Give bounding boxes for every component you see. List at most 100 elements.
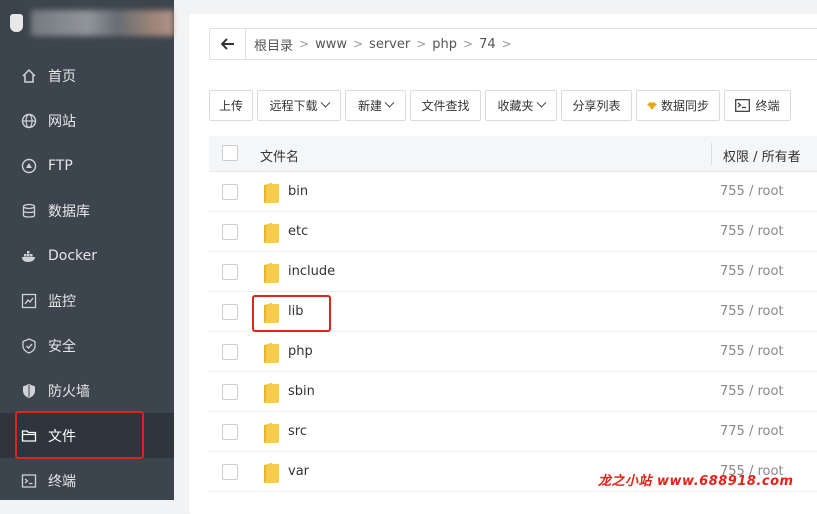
breadcrumb-php[interactable]: php bbox=[426, 37, 463, 52]
folder-icon bbox=[264, 263, 279, 283]
row-checkbox[interactable] bbox=[222, 384, 238, 400]
select-all-checkbox[interactable] bbox=[222, 145, 238, 161]
file-name[interactable]: include bbox=[288, 264, 335, 279]
table-row[interactable]: src 775 / root bbox=[209, 412, 817, 452]
sidebar-item-security[interactable]: 安全 bbox=[0, 323, 174, 368]
table-row[interactable]: bin 755 / root bbox=[209, 172, 817, 212]
file-permission[interactable]: 755 / root bbox=[720, 304, 784, 319]
new-button[interactable]: 新建 bbox=[345, 90, 406, 121]
chevron-down-icon bbox=[536, 97, 546, 108]
monitor-icon bbox=[21, 293, 37, 309]
folder-icon bbox=[264, 343, 279, 363]
column-divider bbox=[711, 143, 712, 165]
file-permission[interactable]: 755 / root bbox=[720, 184, 784, 199]
row-checkbox[interactable] bbox=[222, 224, 238, 240]
terminal-icon bbox=[21, 473, 37, 489]
breadcrumb-root[interactable]: 根目录 bbox=[246, 35, 299, 54]
sidebar-item-label: 安全 bbox=[48, 338, 76, 355]
sidebar-item-label: 网站 bbox=[48, 113, 76, 130]
file-name[interactable]: etc bbox=[288, 224, 308, 239]
file-permission[interactable]: 755 / root bbox=[720, 264, 784, 279]
file-name[interactable]: var bbox=[288, 464, 309, 479]
file-permission[interactable]: 755 / root bbox=[720, 384, 784, 399]
diamond-icon bbox=[647, 101, 657, 110]
sidebar: 首页 网站 FTP 数据库 Docker 监控 安全 防火墙 文件 终端 bbox=[0, 0, 174, 500]
terminal-button[interactable]: 终端 bbox=[724, 90, 791, 121]
row-checkbox[interactable] bbox=[222, 424, 238, 440]
sidebar-item-database[interactable]: 数据库 bbox=[0, 188, 174, 233]
file-permission[interactable]: 755 / root bbox=[720, 344, 784, 359]
breadcrumb-74[interactable]: 74 bbox=[473, 37, 502, 52]
favorites-button[interactable]: 收藏夹 bbox=[485, 90, 557, 121]
sidebar-item-label: Docker bbox=[48, 247, 98, 264]
home-icon bbox=[21, 68, 37, 84]
share-list-button[interactable]: 分享列表 bbox=[561, 90, 632, 121]
sidebar-item-label: 首页 bbox=[48, 68, 76, 85]
blurred-server-name bbox=[31, 10, 174, 36]
row-checkbox[interactable] bbox=[222, 184, 238, 200]
docker-icon bbox=[21, 248, 37, 264]
chevron-right-icon: > bbox=[352, 37, 364, 51]
file-search-button[interactable]: 文件查找 bbox=[410, 90, 481, 121]
row-checkbox[interactable] bbox=[222, 344, 238, 360]
remote-download-button[interactable]: 远程下载 bbox=[257, 90, 341, 121]
row-checkbox[interactable] bbox=[222, 264, 238, 280]
terminal-icon bbox=[735, 99, 751, 112]
highlight-box-files bbox=[15, 411, 144, 459]
watermark: 龙之小站 www.688918.com bbox=[598, 474, 794, 489]
logo-icon bbox=[10, 14, 24, 32]
file-manager-panel: 根目录 > www > server > php > 74 > 上传 远程下载 … bbox=[189, 14, 817, 514]
breadcrumb: 根目录 > www > server > php > 74 > bbox=[209, 28, 817, 60]
sidebar-item-label: FTP bbox=[48, 157, 73, 174]
database-icon bbox=[21, 203, 37, 219]
sidebar-item-ftp[interactable]: FTP bbox=[0, 143, 174, 188]
sidebar-item-home[interactable]: 首页 bbox=[0, 53, 174, 98]
data-sync-button[interactable]: 数据同步 bbox=[636, 90, 720, 121]
highlight-box-lib bbox=[252, 295, 331, 332]
globe-icon bbox=[21, 113, 37, 129]
folder-icon bbox=[264, 383, 279, 403]
sidebar-item-label: 终端 bbox=[48, 473, 76, 490]
arrow-left-icon bbox=[220, 38, 234, 50]
ftp-icon bbox=[21, 158, 37, 174]
back-button[interactable] bbox=[210, 29, 246, 59]
chevron-down-icon bbox=[320, 97, 330, 108]
file-name[interactable]: src bbox=[288, 424, 307, 439]
sidebar-item-firewall[interactable]: 防火墙 bbox=[0, 368, 174, 413]
file-name[interactable]: php bbox=[288, 344, 313, 359]
file-permission[interactable]: 775 / root bbox=[720, 424, 784, 439]
sidebar-item-terminal[interactable]: 终端 bbox=[0, 458, 174, 503]
sidebar-item-monitor[interactable]: 监控 bbox=[0, 278, 174, 323]
chevron-down-icon bbox=[384, 97, 395, 108]
table-header: 文件名 权限 / 所有者 bbox=[209, 136, 817, 172]
table-row[interactable]: include 755 / root bbox=[209, 252, 817, 292]
shield-icon bbox=[21, 337, 37, 354]
folder-icon bbox=[264, 463, 279, 483]
breadcrumb-server[interactable]: server bbox=[363, 37, 416, 52]
chevron-right-icon: > bbox=[299, 37, 310, 51]
chevron-right-icon: > bbox=[501, 37, 512, 51]
sidebar-item-label: 防火墙 bbox=[48, 383, 90, 400]
logo bbox=[0, 0, 174, 46]
folder-icon bbox=[264, 223, 279, 243]
column-header-name[interactable]: 文件名 bbox=[260, 146, 299, 165]
breadcrumb-www[interactable]: www bbox=[309, 37, 353, 52]
table-row[interactable]: sbin 755 / root bbox=[209, 372, 817, 412]
chevron-right-icon: > bbox=[416, 37, 427, 51]
firewall-icon bbox=[21, 383, 37, 399]
file-name[interactable]: sbin bbox=[288, 384, 315, 399]
file-permission[interactable]: 755 / root bbox=[720, 224, 784, 239]
row-checkbox[interactable] bbox=[222, 304, 238, 320]
folder-icon bbox=[264, 183, 279, 203]
sidebar-item-label: 监控 bbox=[48, 293, 76, 310]
column-header-permission[interactable]: 权限 / 所有者 bbox=[723, 146, 801, 165]
sidebar-item-docker[interactable]: Docker bbox=[0, 233, 174, 278]
table-row[interactable]: php 755 / root bbox=[209, 332, 817, 372]
file-name[interactable]: bin bbox=[288, 184, 308, 199]
toolbar: 上传 远程下载 新建 文件查找 收藏夹 分享列表 数据同步 终端 bbox=[209, 90, 791, 122]
table-row[interactable]: etc 755 / root bbox=[209, 212, 817, 252]
upload-button[interactable]: 上传 bbox=[209, 90, 253, 121]
row-checkbox[interactable] bbox=[222, 464, 238, 480]
sidebar-item-website[interactable]: 网站 bbox=[0, 98, 174, 143]
folder-icon bbox=[264, 423, 279, 443]
